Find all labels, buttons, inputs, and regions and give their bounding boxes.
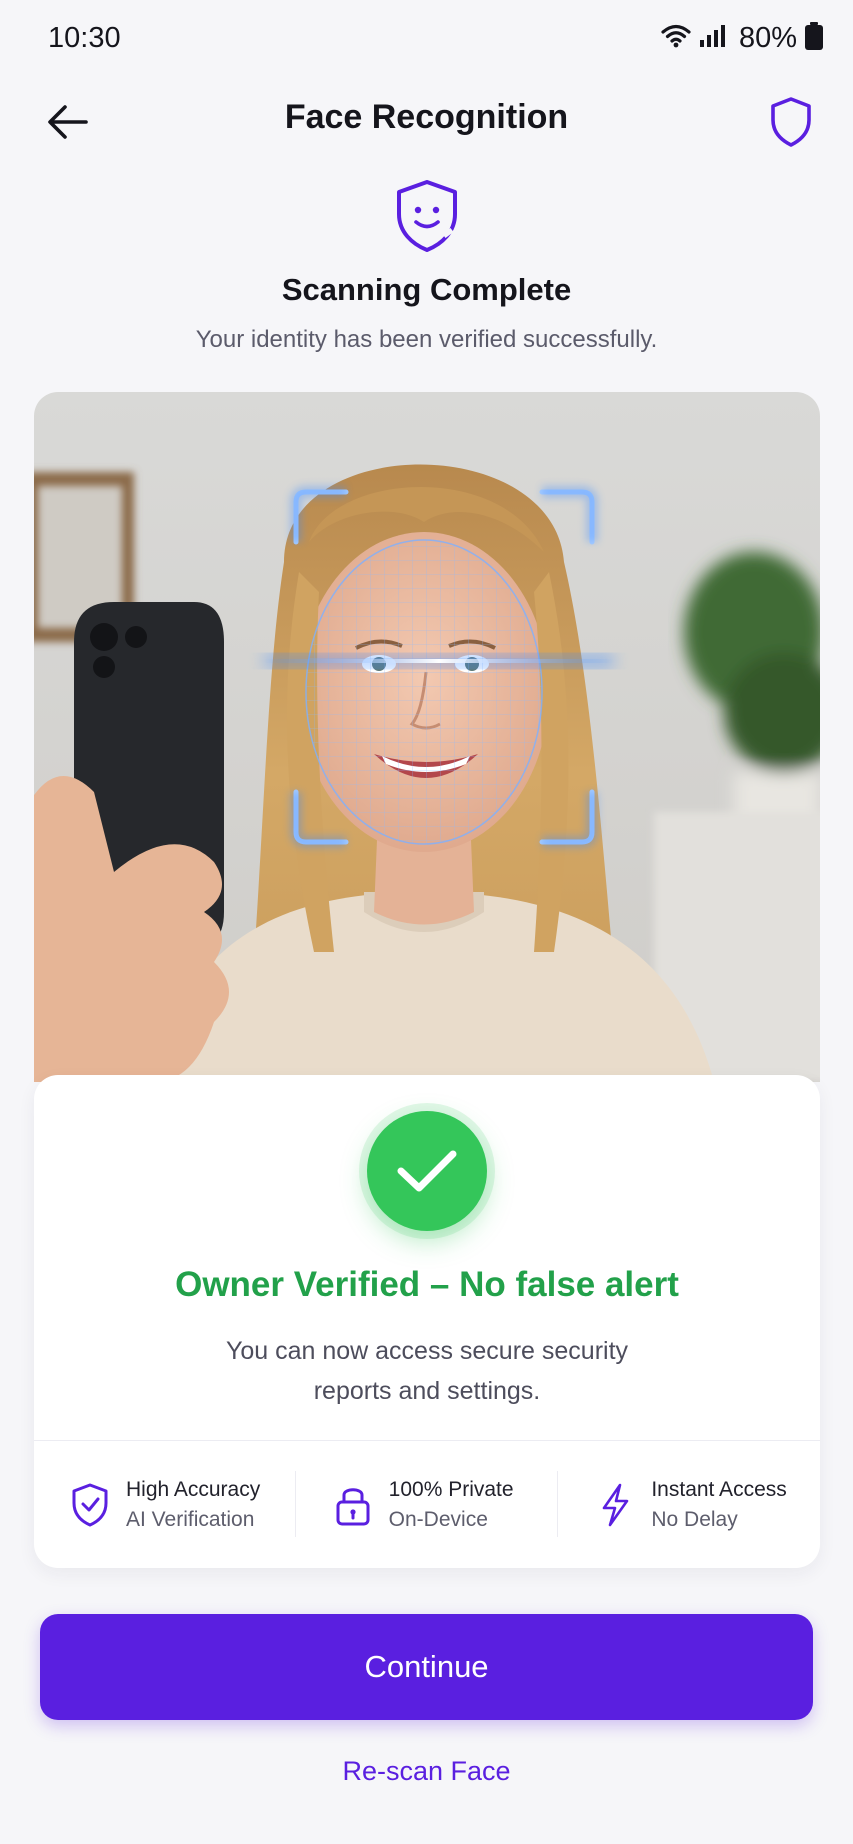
- feature-subtitle: AI Verification: [126, 1507, 255, 1531]
- face-scan-photo: [34, 392, 820, 1082]
- verified-title: Owner Verified – No false alert: [175, 1265, 679, 1304]
- page-title: Face Recognition: [284, 98, 569, 136]
- battery-icon: [805, 22, 823, 55]
- feature-title: Instant Access: [651, 1477, 787, 1501]
- scan-title: Scanning Complete: [281, 272, 572, 307]
- app-header: Face Recognition: [0, 80, 853, 180]
- continue-button[interactable]: Continue: [40, 1614, 813, 1720]
- rescan-face-link[interactable]: Re-scan Face: [0, 1756, 853, 1787]
- success-badge: [367, 1111, 487, 1231]
- shield-check-icon: [68, 1481, 112, 1529]
- status-indicators: 80%: [661, 22, 823, 55]
- feature-subtitle: No Delay: [651, 1507, 738, 1531]
- signal-icon: [699, 24, 727, 53]
- feature-subtitle: On-Device: [388, 1507, 488, 1531]
- verification-result-card: Owner Verified – No false alert You can …: [34, 1075, 820, 1568]
- check-icon: [397, 1150, 457, 1192]
- lightning-icon: [593, 1481, 637, 1529]
- status-time: 10:30: [48, 22, 121, 54]
- feature-private: 100% Private On-Device: [294, 1441, 558, 1568]
- shield-icon: [771, 97, 811, 147]
- scan-subtitle: Your identity has been verified successf…: [195, 326, 658, 353]
- feature-list: High Accuracy AI Verification 100% Priva…: [34, 1441, 820, 1568]
- feature-title: 100% Private: [388, 1477, 514, 1501]
- battery-percent: 80%: [738, 22, 797, 54]
- verified-description: You can now access secure security repor…: [225, 1337, 629, 1405]
- wifi-icon: [661, 24, 691, 53]
- lock-icon: [331, 1481, 375, 1529]
- shield-face-icon: [394, 178, 460, 254]
- security-shield-button[interactable]: [759, 90, 823, 154]
- status-bar: 10:30 80%: [0, 0, 853, 80]
- feature-high-accuracy: High Accuracy AI Verification: [34, 1441, 295, 1568]
- feature-instant-access: Instant Access No Delay: [557, 1441, 820, 1568]
- feature-title: High Accuracy: [126, 1477, 261, 1501]
